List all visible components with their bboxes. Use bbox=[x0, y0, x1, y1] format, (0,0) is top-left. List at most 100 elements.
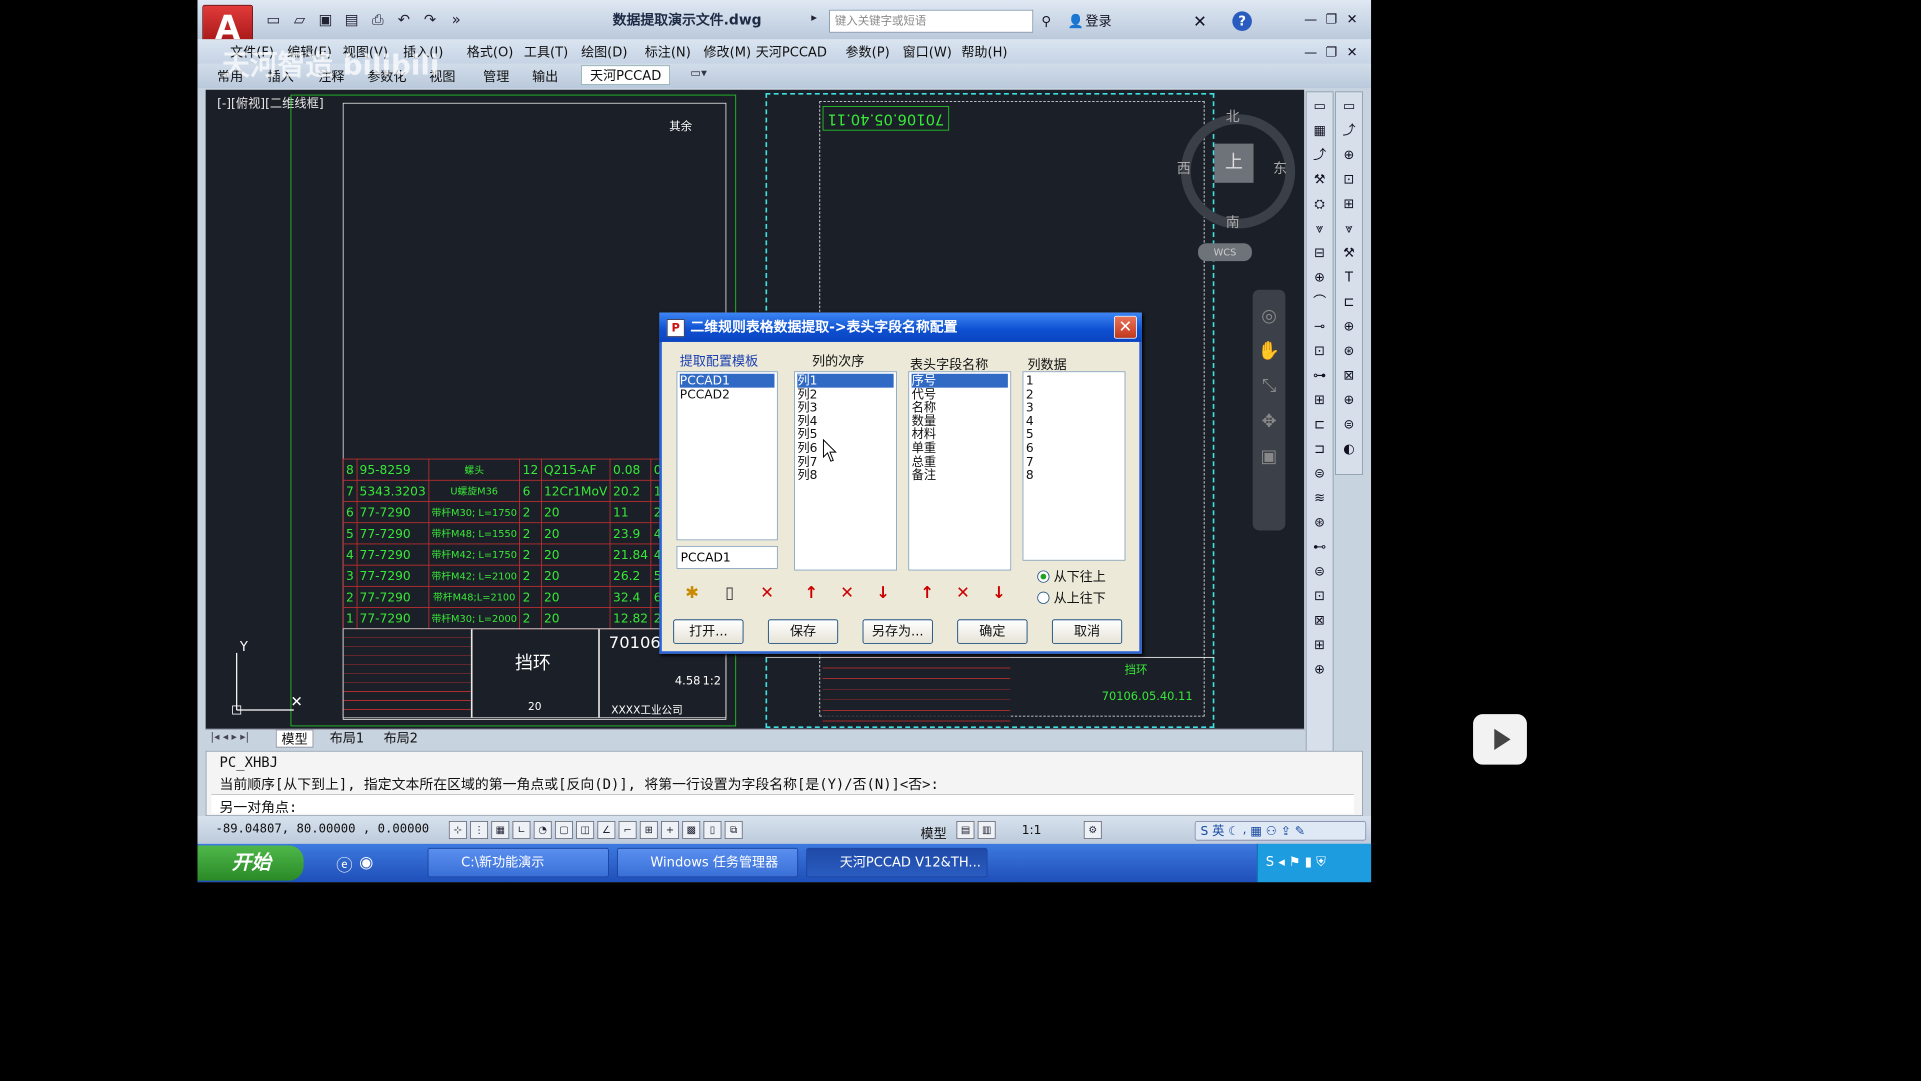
doc-minimize-icon[interactable]: — bbox=[1304, 41, 1317, 64]
add-template-icon[interactable]: ✱ bbox=[681, 582, 702, 603]
pccad-right-tool-4-icon[interactable]: ⊡ bbox=[1338, 169, 1359, 190]
quick-view-layouts-icon[interactable]: ▤ bbox=[956, 820, 975, 839]
more-icon[interactable]: » bbox=[446, 10, 467, 31]
pccad-left-tool-22-icon[interactable]: ⊠ bbox=[1309, 610, 1330, 631]
field-name-list[interactable]: 序号 代号 名称 数量 材料 单重 总重 备注 bbox=[908, 371, 1012, 571]
pccad-left-tool-21-icon[interactable]: ⊡ bbox=[1309, 585, 1330, 606]
save-as-button[interactable]: 另存为... bbox=[862, 619, 933, 644]
coordinate-readout[interactable]: -89.04807, 80.00000 , 0.00000 bbox=[215, 821, 429, 836]
command-window[interactable]: PC_XHBJ 当前顺序[从下到上], 指定文本所在区域的第一角点或[反向(D)… bbox=[205, 750, 1363, 817]
pccad-left-tool-9-icon[interactable]: ⌒ bbox=[1309, 291, 1330, 312]
pccad-left-tool-3-icon[interactable]: ⤴ bbox=[1309, 144, 1330, 165]
order-delete-icon[interactable]: ✕ bbox=[837, 582, 858, 603]
radio-top-down-dot[interactable] bbox=[1037, 591, 1050, 604]
field-move-down-icon[interactable]: ↓ bbox=[988, 582, 1009, 603]
showmotion-icon[interactable]: ▣ bbox=[1253, 446, 1286, 466]
taskbar-item-folder[interactable]: C:\新功能演示 bbox=[427, 847, 609, 878]
menu-item-11[interactable]: 参数(P) bbox=[845, 42, 889, 62]
transparency-icon[interactable]: ▩ bbox=[682, 820, 701, 839]
field-list-item[interactable]: 序号 bbox=[911, 374, 1008, 388]
close-icon[interactable]: ✕ bbox=[1347, 8, 1358, 31]
binoculars-icon[interactable]: ⚲ bbox=[1041, 10, 1051, 33]
field-list-item[interactable]: 单重 bbox=[912, 441, 1008, 455]
redo-icon[interactable]: ↷ bbox=[419, 10, 440, 31]
pccad-left-tool-8-icon[interactable]: ⊕ bbox=[1309, 267, 1330, 288]
print-icon[interactable]: ⎙ bbox=[367, 10, 388, 31]
start-button[interactable]: 开始 bbox=[197, 845, 304, 881]
template-list-item[interactable]: PCCAD1 bbox=[679, 374, 775, 388]
data-list-item[interactable]: 5 bbox=[1026, 428, 1122, 442]
ie-quicklaunch-icon[interactable]: ⓔ bbox=[336, 852, 352, 876]
taskbar-item-pccad[interactable]: 天河PCCAD V12&TH... bbox=[806, 847, 988, 878]
pccad-left-tool-20-icon[interactable]: ⊜ bbox=[1309, 561, 1330, 582]
template-name-input[interactable]: PCCAD1 bbox=[676, 545, 778, 569]
compass-east[interactable]: 东 bbox=[1273, 157, 1287, 177]
pccad-right-tool-5-icon[interactable]: ⊞ bbox=[1338, 193, 1359, 214]
pccad-left-tool-6-icon[interactable]: ⩔ bbox=[1309, 218, 1330, 239]
menu-item-5[interactable]: 格式(O) bbox=[467, 42, 514, 62]
open-file-icon[interactable]: ▱ bbox=[289, 10, 310, 31]
template-list[interactable]: PCCAD1 PCCAD2 bbox=[676, 371, 778, 541]
pccad-left-tool-5-icon[interactable]: ⛭ bbox=[1309, 193, 1330, 214]
ime-toolbar[interactable]: S 英 ☾ ⸴ ▦ ⚇ ⇪ ✎ bbox=[1194, 820, 1367, 841]
pccad-right-tool-10-icon[interactable]: ⊕ bbox=[1338, 316, 1359, 337]
quick-properties-icon[interactable]: ▯ bbox=[703, 820, 722, 839]
pccad-right-tool-12-icon[interactable]: ⊠ bbox=[1338, 365, 1359, 386]
pccad-right-tool-8-icon[interactable]: T bbox=[1338, 267, 1359, 288]
selection-cycling-icon[interactable]: ⧉ bbox=[724, 820, 743, 839]
pccad-left-tool-1-icon[interactable]: ▭ bbox=[1309, 95, 1330, 116]
snap-mode-icon[interactable]: ⋮ bbox=[470, 820, 489, 839]
pccad-right-tool-6-icon[interactable]: ⩔ bbox=[1338, 218, 1359, 239]
pccad-left-tool-14-icon[interactable]: ⊏ bbox=[1309, 414, 1330, 435]
otrack-icon[interactable]: ∠ bbox=[597, 820, 616, 839]
tray-icons[interactable]: S ◂ ⚑ ▮ ⛨ bbox=[1266, 854, 1371, 870]
open-button[interactable]: 打开... bbox=[673, 619, 744, 644]
login-link[interactable]: 登录 bbox=[1085, 10, 1111, 33]
pan-icon[interactable]: ✋ bbox=[1253, 341, 1286, 361]
menu-item-7[interactable]: 绘图(D) bbox=[581, 42, 627, 62]
order-list-item[interactable]: 列6 bbox=[797, 441, 893, 455]
expand-arrow-icon[interactable]: ▸ bbox=[811, 11, 817, 24]
pccad-right-tool-15-icon[interactable]: ◐ bbox=[1338, 438, 1359, 459]
object-snap-icon[interactable]: ▢ bbox=[554, 820, 573, 839]
video-play-button[interactable] bbox=[1473, 714, 1527, 765]
pccad-left-tool-15-icon[interactable]: ⊐ bbox=[1309, 438, 1330, 459]
doc-close-icon[interactable]: ✕ bbox=[1347, 41, 1358, 64]
data-list-item[interactable]: 1 bbox=[1026, 374, 1122, 388]
compass-north[interactable]: 北 bbox=[1226, 104, 1240, 125]
field-list-item[interactable]: 代号 bbox=[912, 387, 1008, 401]
steering-wheel-icon[interactable]: ◎ bbox=[1253, 306, 1286, 326]
orbit-icon[interactable]: ✥ bbox=[1253, 411, 1286, 431]
pccad-left-tool-13-icon[interactable]: ⊞ bbox=[1309, 389, 1330, 410]
tab-model[interactable]: 模型 bbox=[275, 729, 314, 748]
pccad-right-tool-3-icon[interactable]: ⊕ bbox=[1338, 144, 1359, 165]
ribbon-tab-6[interactable]: 管理 bbox=[483, 67, 509, 87]
order-list-item[interactable]: 列4 bbox=[797, 414, 893, 428]
pccad-right-tool-2-icon[interactable]: ⤴ bbox=[1338, 120, 1359, 141]
field-list-item[interactable]: 材料 bbox=[912, 428, 1008, 442]
order-list-item[interactable]: 列5 bbox=[797, 428, 893, 442]
ribbon-toggle-icon[interactable]: ▭▾ bbox=[684, 67, 713, 83]
field-list-item[interactable]: 数量 bbox=[912, 414, 1008, 428]
ime-lang[interactable]: 英 bbox=[1212, 823, 1224, 838]
data-list-item[interactable]: 8 bbox=[1026, 468, 1122, 483]
command-input[interactable] bbox=[211, 794, 1354, 814]
layout-nav-arrows[interactable]: |◂ ◂ ▸ ▸| bbox=[211, 731, 250, 743]
minimize-icon[interactable]: — bbox=[1304, 8, 1317, 31]
pccad-left-tool-4-icon[interactable]: ⚒ bbox=[1309, 169, 1330, 190]
field-list-item[interactable]: 备注 bbox=[912, 468, 1008, 483]
taskbar-item-taskmgr[interactable]: Windows 任务管理器 bbox=[616, 847, 799, 878]
dynamic-input-icon[interactable]: ⊞ bbox=[639, 820, 658, 839]
pccad-right-tool-11-icon[interactable]: ⊛ bbox=[1338, 340, 1359, 361]
lineweight-icon[interactable]: + bbox=[661, 820, 679, 839]
menu-item-9[interactable]: 修改(M) bbox=[703, 42, 751, 62]
column-data-list[interactable]: 12345678 bbox=[1022, 371, 1126, 561]
order-list-item[interactable]: 列8 bbox=[797, 468, 893, 483]
pccad-right-tool-7-icon[interactable]: ⚒ bbox=[1338, 242, 1359, 263]
delete-template-icon[interactable]: ✕ bbox=[757, 582, 778, 603]
pccad-left-tool-23-icon[interactable]: ⊞ bbox=[1309, 634, 1330, 655]
pccad-left-tool-7-icon[interactable]: ⊟ bbox=[1309, 242, 1330, 263]
maximize-icon[interactable]: ❐ bbox=[1325, 8, 1337, 31]
pccad-left-tool-10-icon[interactable]: ⊸ bbox=[1309, 316, 1330, 337]
help-icon[interactable]: ? bbox=[1232, 11, 1252, 32]
